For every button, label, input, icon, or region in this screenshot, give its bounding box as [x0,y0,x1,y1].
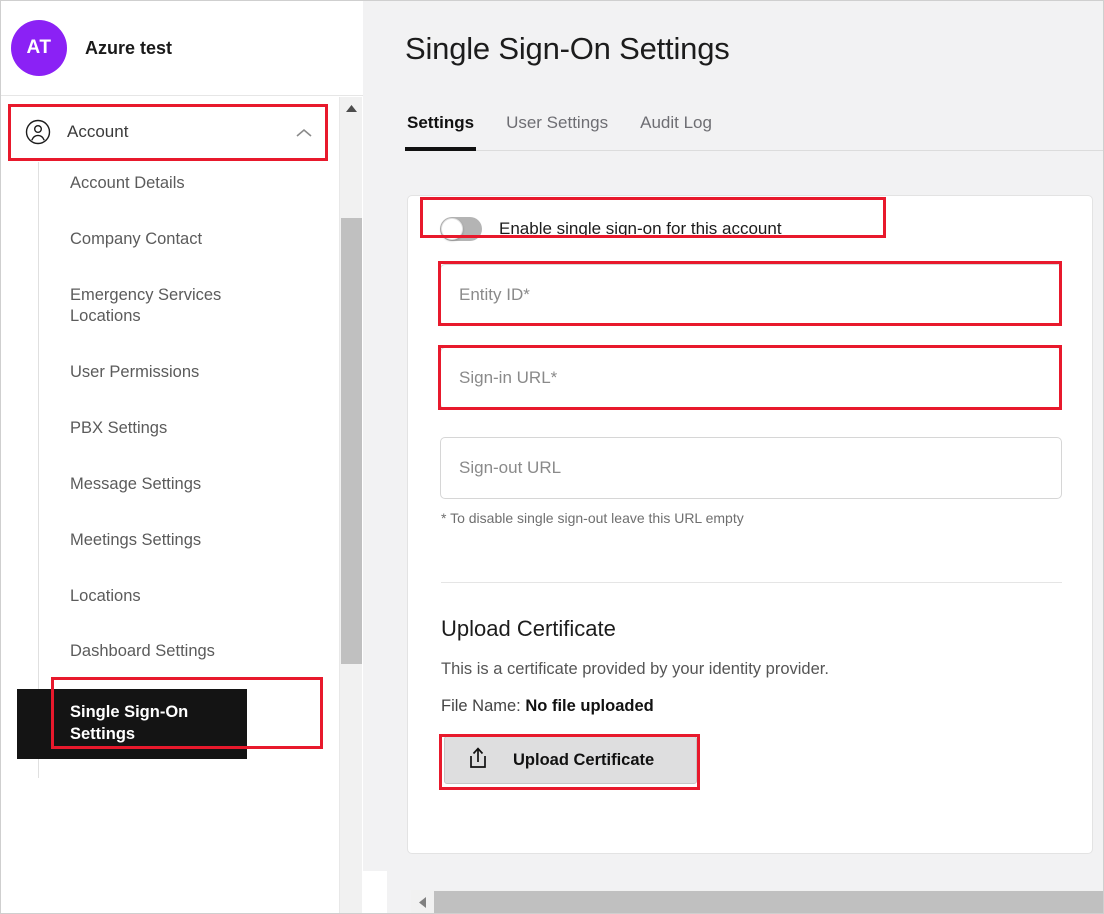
chevron-up-icon[interactable] [295,126,313,138]
sidebar-item-pbx-settings[interactable]: PBX Settings [39,410,328,447]
sign-out-helper-text: * To disable single sign-out leave this … [441,510,744,526]
account-circle-icon [25,119,51,145]
sso-settings-card: Enable single sign-on for this account E… [407,195,1093,854]
enable-sso-row: Enable single sign-on for this account [440,211,782,247]
sidebar-item-meetings-settings[interactable]: Meetings Settings [39,522,328,559]
sidebar-item-message-settings[interactable]: Message Settings [39,466,328,503]
upload-tray-icon [467,746,489,775]
entity-id-input[interactable]: Entity ID* [440,264,1062,326]
sidebar-group-account[interactable]: Account [11,106,327,158]
sidebar-item-user-permissions[interactable]: User Permissions [39,354,328,391]
bottom-left-filler [2,871,387,913]
entity-id-placeholder: Entity ID* [459,285,530,304]
horizontal-scrollbar[interactable] [411,890,1103,913]
scroll-left-arrow-icon[interactable] [411,890,433,913]
sidebar-sub-navigation: Account Details Company Contact Emergenc… [17,162,328,778]
tab-bar: Settings User Settings Audit Log [405,113,1103,151]
main-header: Single Sign-On Settings Settings User Se… [363,1,1103,167]
tab-user-settings[interactable]: User Settings [504,113,610,151]
upload-certificate-button-label: Upload Certificate [513,750,655,769]
upload-certificate-description: This is a certificate provided by your i… [441,660,829,678]
sidebar-item-account-details[interactable]: Account Details [39,165,328,202]
sign-out-url-placeholder: Sign-out URL [459,458,562,477]
tab-audit-log[interactable]: Audit Log [638,113,714,151]
file-name-value: No file uploaded [525,697,654,715]
sidebar-item-company-contact[interactable]: Company Contact [39,221,328,258]
main-content-pane: Single Sign-On Settings Settings User Se… [363,1,1103,913]
upload-certificate-button[interactable]: Upload Certificate [444,736,697,784]
sidebar-vertical-scrollbar[interactable] [339,97,363,913]
scroll-up-arrow-icon[interactable] [340,97,363,119]
horizontal-scrollbar-thumb[interactable] [434,891,1103,913]
sidebar-group-account-label: Account [67,122,129,141]
sign-in-url-placeholder: Sign-in URL* [459,368,558,387]
sidebar-item-locations[interactable]: Locations [39,578,328,615]
sidebar-item-emergency-services-locations[interactable]: Emergency Services Locations [39,277,249,336]
application-window: AT Azure test Account Account Details Co… [0,0,1104,914]
avatar: AT [11,20,67,76]
toggle-knob [441,218,463,240]
section-divider [441,582,1062,583]
nav-scroll-region: Account Account Details Company Contact … [1,97,363,913]
sign-in-url-input[interactable]: Sign-in URL* [440,347,1062,409]
account-header: AT Azure test [1,1,363,96]
left-navigation-panel: AT Azure test Account Account Details Co… [1,1,363,913]
file-name-label: File Name: [441,697,521,715]
enable-sso-label: Enable single sign-on for this account [499,219,782,238]
upload-certificate-heading: Upload Certificate [441,616,616,641]
sidebar-item-dashboard-settings[interactable]: Dashboard Settings [39,633,328,670]
account-name: Azure test [85,37,173,58]
tab-settings[interactable]: Settings [405,113,477,151]
sign-out-url-input[interactable]: Sign-out URL [440,437,1062,499]
file-name-row: File Name: No file uploaded [441,697,654,716]
page-title: Single Sign-On Settings [405,31,730,66]
sidebar-item-single-sign-on-settings[interactable]: Single Sign-On Settings [17,689,247,760]
enable-sso-toggle[interactable] [440,217,482,241]
sidebar-scrollbar-thumb[interactable] [341,218,362,664]
